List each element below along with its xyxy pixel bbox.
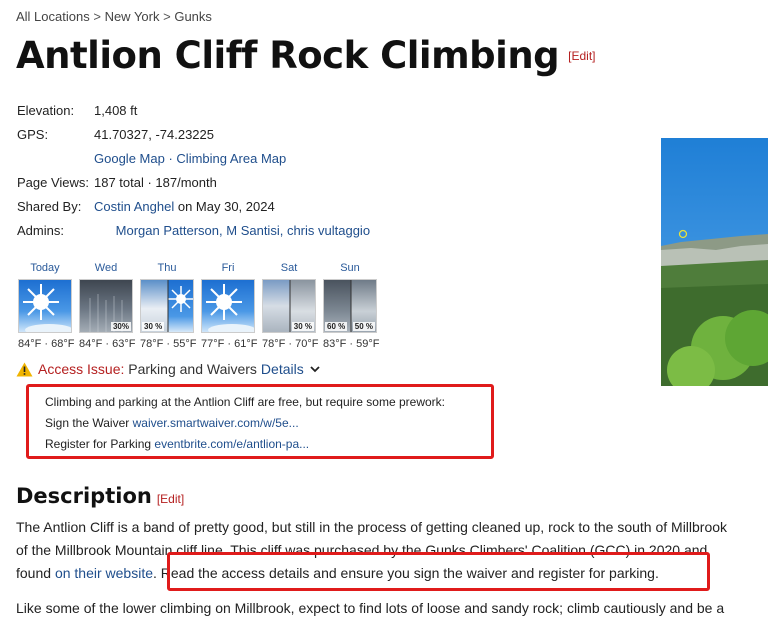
gps-value: 41.70327, -74.23225 — [94, 126, 214, 142]
access-sentence-highlight — [167, 552, 710, 591]
admin-link-santisi[interactable]: M Santisi — [226, 223, 279, 238]
access-details-box: Climbing and parking at the Antlion Clif… — [26, 384, 494, 459]
precip-percent: 30 % — [291, 322, 314, 331]
sunny-icon — [18, 279, 72, 333]
elevation-row: Elevation: 1,408 ft — [17, 98, 370, 122]
day-temps: 78°F · 70°F — [262, 338, 319, 350]
weather-day-sat[interactable]: Sat 30 % 78°F · 70°F — [262, 262, 323, 350]
gps-row: GPS: 41.70327, -74.23225 — [17, 122, 370, 146]
map-links-row: Google Map · Climbing Area Map — [17, 146, 370, 170]
admins-row: Admins: Morgan Patterson, M Santisi, chr… — [17, 222, 371, 238]
partly-cloudy-icon: 30 % — [140, 279, 194, 333]
title-row: Antlion Cliff Rock Climbing [Edit] — [16, 34, 596, 77]
access-issue-subtitle: Parking and Waivers — [128, 361, 257, 377]
edit-description-link[interactable]: [Edit] — [157, 492, 184, 506]
day-name: Sat — [280, 262, 298, 274]
day-temps: 77°F · 61°F — [201, 338, 258, 350]
page-views-row: Page Views: 187 total · 187/month — [17, 170, 370, 194]
day-temps: 83°F · 59°F — [323, 338, 380, 350]
cliff-landscape-image — [661, 138, 768, 386]
rain-icon: 60 % 50 % — [323, 279, 377, 333]
breadcrumb-separator: > — [163, 9, 171, 24]
breadcrumb-all-locations[interactable]: All Locations — [16, 9, 90, 24]
day-temps: 78°F · 55°F — [140, 338, 197, 350]
rain-icon: 30% — [79, 279, 133, 333]
day-temps: 84°F · 63°F — [79, 338, 136, 350]
description-header: Description [Edit] — [16, 484, 184, 508]
weather-forecast: Today 84°F · 68°F Wed 30% 84°F · 63°F Th… — [18, 262, 384, 350]
precip-percent: 50 % — [352, 322, 375, 331]
day-name: Thu — [157, 262, 177, 274]
access-issue-title: Access Issue: — [38, 361, 125, 377]
page-views-value: 187 total · 187/month — [94, 174, 217, 190]
page-title: Antlion Cliff Rock Climbing — [16, 34, 560, 77]
breadcrumb-separator: > — [93, 9, 101, 24]
breadcrumb-new-york[interactable]: New York — [105, 9, 160, 24]
day-temps: 84°F · 68°F — [18, 338, 75, 350]
admin-link-morgan[interactable]: Morgan Patterson — [116, 223, 219, 238]
cloudy-icon: 30 % — [262, 279, 316, 333]
link-separator: · — [168, 150, 173, 166]
edit-title-link[interactable]: [Edit] — [568, 49, 595, 63]
waiver-link[interactable]: waiver.smartwaiver.com/w/5e... — [133, 416, 299, 430]
description-heading: Description — [16, 484, 152, 508]
admin-link-chris[interactable]: chris vultaggio — [287, 223, 370, 238]
precip-percent: 60 % — [325, 322, 348, 331]
weather-day-thu[interactable]: Thu 30 % 78°F · 55°F — [140, 262, 201, 350]
weather-day-today[interactable]: Today 84°F · 68°F — [18, 262, 79, 350]
description-paragraph-2: Like some of the lower climbing on Millb… — [16, 600, 725, 616]
precip-percent: 30% — [110, 322, 131, 331]
access-issue-header: Access Issue: Parking and Waivers Detail… — [16, 361, 320, 377]
day-name: Fri — [221, 262, 235, 274]
breadcrumb-gunks[interactable]: Gunks — [174, 9, 212, 24]
breadcrumb: All Locations > New York > Gunks — [16, 9, 212, 24]
gps-label: GPS: — [17, 126, 49, 142]
google-map-link[interactable]: Google Map — [94, 151, 165, 166]
elevation-value: 1,408 ft — [94, 102, 138, 118]
page-views-label: Page Views: — [17, 174, 90, 190]
climbing-area-map-link[interactable]: Climbing Area Map — [176, 151, 286, 166]
access-details-link[interactable]: Details — [261, 361, 304, 377]
sunny-icon — [201, 279, 255, 333]
access-line-free: Climbing and parking at the Antlion Clif… — [45, 395, 445, 409]
area-info: Elevation: 1,408 ft GPS: 41.70327, -74.2… — [17, 98, 370, 242]
access-line-parking: Register for Parking eventbrite.com/e/an… — [45, 437, 310, 451]
weather-day-sun[interactable]: Sun 60 % 50 % 83°F · 59°F — [323, 262, 384, 350]
day-name: Sun — [340, 262, 360, 274]
chevron-down-icon[interactable] — [310, 364, 320, 374]
shared-by-label: Shared By: — [17, 198, 82, 214]
elevation-label: Elevation: — [17, 102, 75, 118]
weather-day-wed[interactable]: Wed 30% 84°F · 63°F — [79, 262, 140, 350]
admins-label: Admins: — [17, 222, 64, 238]
precip-percent: 30 % — [142, 322, 165, 331]
parking-link[interactable]: eventbrite.com/e/antlion-pa... — [154, 437, 309, 451]
area-photo[interactable] — [661, 138, 768, 386]
weather-day-fri[interactable]: Fri 77°F · 61°F — [201, 262, 262, 350]
day-name: Wed — [94, 262, 118, 274]
day-name: Today — [30, 262, 60, 274]
gcc-website-link[interactable]: on their website — [55, 565, 153, 581]
warning-icon — [16, 362, 33, 376]
description-line-1: The Antlion Cliff is a band of pretty go… — [16, 519, 728, 535]
access-line-waiver: Sign the Waiver waiver.smartwaiver.com/w… — [45, 416, 299, 430]
